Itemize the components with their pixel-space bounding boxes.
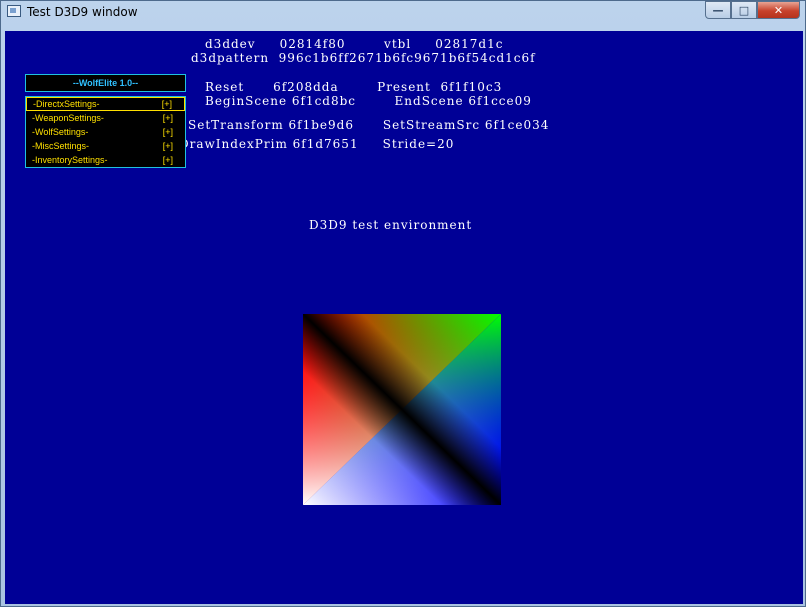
maximize-button[interactable]: □ <box>731 1 757 19</box>
minimize-button[interactable]: — <box>705 1 731 19</box>
info-row-d3dpattern: d3dpattern 996c1b6ff2671b6fc9671b6f54cd1… <box>191 51 536 65</box>
close-button[interactable]: ✕ <box>757 1 800 19</box>
info-row-drawindexprim: DrawIndexPrim 6f1d7651 Stride=20 <box>179 137 455 151</box>
expand-toggle[interactable]: [+] <box>163 125 173 139</box>
menu-item-wolf-settings[interactable]: -WolfSettings- [+] <box>26 125 185 139</box>
window-controls: — □ ✕ <box>705 1 800 19</box>
menu-item-weapon-settings[interactable]: -WeaponSettings- [+] <box>26 111 185 125</box>
info-row-beginscene: BeginScene 6f1cd8bc EndScene 6f1cce09 <box>205 94 532 108</box>
menu-item-label: -WeaponSettings- <box>32 113 104 123</box>
menu-item-inventory-settings[interactable]: -InventorySettings- [+] <box>26 153 185 167</box>
app-window: Test D3D9 window — □ ✕ d3ddev 02814f80 v… <box>0 0 806 607</box>
scene-heading: D3D9 test environment <box>309 218 473 232</box>
window-app-icon[interactable] <box>7 5 21 17</box>
info-row-reset: Reset 6f208dda Present 6f1f10c3 <box>205 80 503 94</box>
menu-item-directx-settings[interactable]: -DirectxSettings- [+] <box>26 97 185 111</box>
expand-toggle[interactable]: [+] <box>163 111 173 125</box>
menu-item-label: -MiscSettings- <box>32 141 90 151</box>
menu-item-label: -WolfSettings- <box>32 127 89 137</box>
menu-item-label: -DirectxSettings- <box>33 99 100 109</box>
wolfelite-menu: --WolfElite 1.0-- -DirectxSettings- [+] … <box>25 74 186 168</box>
menu-item-misc-settings[interactable]: -MiscSettings- [+] <box>26 139 185 153</box>
quad-diagonal-shade <box>303 314 501 505</box>
menu-item-label: -InventorySettings- <box>32 155 108 165</box>
info-row-d3ddev: d3ddev 02814f80 vtbl 02817d1c <box>205 37 504 51</box>
gradient-quad-svg <box>303 314 501 505</box>
expand-toggle[interactable]: [+] <box>163 139 173 153</box>
expand-toggle[interactable]: [+] <box>162 98 172 110</box>
expand-toggle[interactable]: [+] <box>163 153 173 167</box>
gradient-quad <box>303 314 501 505</box>
d3d-render-area[interactable]: d3ddev 02814f80 vtbl 02817d1c d3dpattern… <box>5 31 803 604</box>
window-title: Test D3D9 window <box>27 5 138 19</box>
info-row-settransform: SetTransform 6f1be9d6 SetStreamSrc 6f1ce… <box>188 118 550 132</box>
title-bar[interactable]: Test D3D9 window — □ ✕ <box>1 1 805 23</box>
menu-item-list: -DirectxSettings- [+] -WeaponSettings- [… <box>25 96 186 168</box>
menu-title: --WolfElite 1.0-- <box>25 74 186 92</box>
